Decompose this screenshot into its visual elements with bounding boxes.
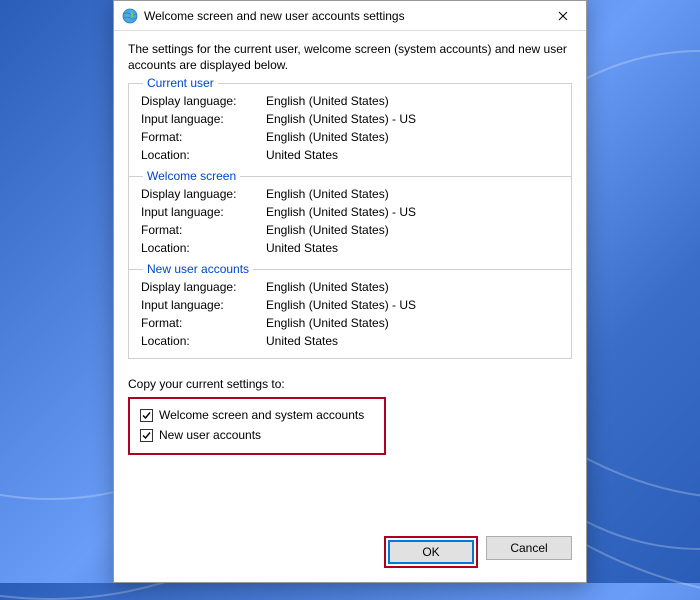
row-location: Location: United States	[141, 146, 561, 164]
current-user-legend: Current user	[143, 76, 218, 90]
settings-group: Current user Display language: English (…	[128, 83, 572, 359]
value: English (United States)	[266, 187, 389, 201]
intro-text: The settings for the current user, welco…	[128, 41, 572, 73]
value: English (United States)	[266, 223, 389, 237]
ok-button[interactable]: OK	[388, 540, 474, 564]
checkbox-icon	[140, 409, 153, 422]
row-display-language: Display language: English (United States…	[141, 92, 561, 110]
label: Format:	[141, 316, 266, 330]
close-icon	[558, 8, 568, 24]
dialog-content: The settings for the current user, welco…	[114, 31, 586, 582]
row-format: Format: English (United States)	[141, 128, 561, 146]
titlebar: Welcome screen and new user accounts set…	[114, 1, 586, 31]
welcome-screen-legend: Welcome screen	[143, 169, 240, 183]
new-user-checkbox[interactable]: New user accounts	[140, 425, 374, 445]
globe-icon	[122, 8, 138, 24]
close-button[interactable]	[540, 1, 586, 31]
label: Input language:	[141, 298, 266, 312]
label: Input language:	[141, 112, 266, 126]
value: English (United States)	[266, 94, 389, 108]
value: English (United States) - US	[266, 298, 416, 312]
value: United States	[266, 241, 338, 255]
row-input-language: Input language: English (United States) …	[141, 203, 561, 221]
checkbox-label: New user accounts	[159, 428, 261, 442]
welcome-screen-checkbox[interactable]: Welcome screen and system accounts	[140, 405, 374, 425]
label: Format:	[141, 130, 266, 144]
row-input-language: Input language: English (United States) …	[141, 110, 561, 128]
value: English (United States)	[266, 316, 389, 330]
copy-settings-group: Welcome screen and system accounts New u…	[128, 397, 386, 455]
value: United States	[266, 148, 338, 162]
value: English (United States) - US	[266, 112, 416, 126]
checkbox-icon	[140, 429, 153, 442]
label: Location:	[141, 148, 266, 162]
label: Display language:	[141, 94, 266, 108]
ok-highlight: OK	[384, 536, 478, 568]
label: Display language:	[141, 187, 266, 201]
settings-dialog: Welcome screen and new user accounts set…	[113, 0, 587, 583]
value: English (United States)	[266, 280, 389, 294]
label: Location:	[141, 334, 266, 348]
label: Format:	[141, 223, 266, 237]
row-input-language: Input language: English (United States) …	[141, 296, 561, 314]
button-row: OK Cancel	[128, 522, 572, 568]
row-display-language: Display language: English (United States…	[141, 278, 561, 296]
label: Location:	[141, 241, 266, 255]
value: United States	[266, 334, 338, 348]
cancel-button[interactable]: Cancel	[486, 536, 572, 560]
welcome-screen-section: Welcome screen Display language: English…	[129, 177, 571, 265]
value: English (United States) - US	[266, 205, 416, 219]
current-user-section: Current user Display language: English (…	[129, 84, 571, 172]
row-format: Format: English (United States)	[141, 221, 561, 239]
row-location: Location: United States	[141, 239, 561, 257]
row-display-language: Display language: English (United States…	[141, 185, 561, 203]
label: Input language:	[141, 205, 266, 219]
label: Display language:	[141, 280, 266, 294]
value: English (United States)	[266, 130, 389, 144]
row-location: Location: United States	[141, 332, 561, 350]
copy-settings-label: Copy your current settings to:	[128, 377, 572, 391]
checkbox-label: Welcome screen and system accounts	[159, 408, 364, 422]
new-user-section: New user accounts Display language: Engl…	[129, 270, 571, 358]
new-user-legend: New user accounts	[143, 262, 253, 276]
titlebar-text: Welcome screen and new user accounts set…	[144, 9, 540, 23]
row-format: Format: English (United States)	[141, 314, 561, 332]
